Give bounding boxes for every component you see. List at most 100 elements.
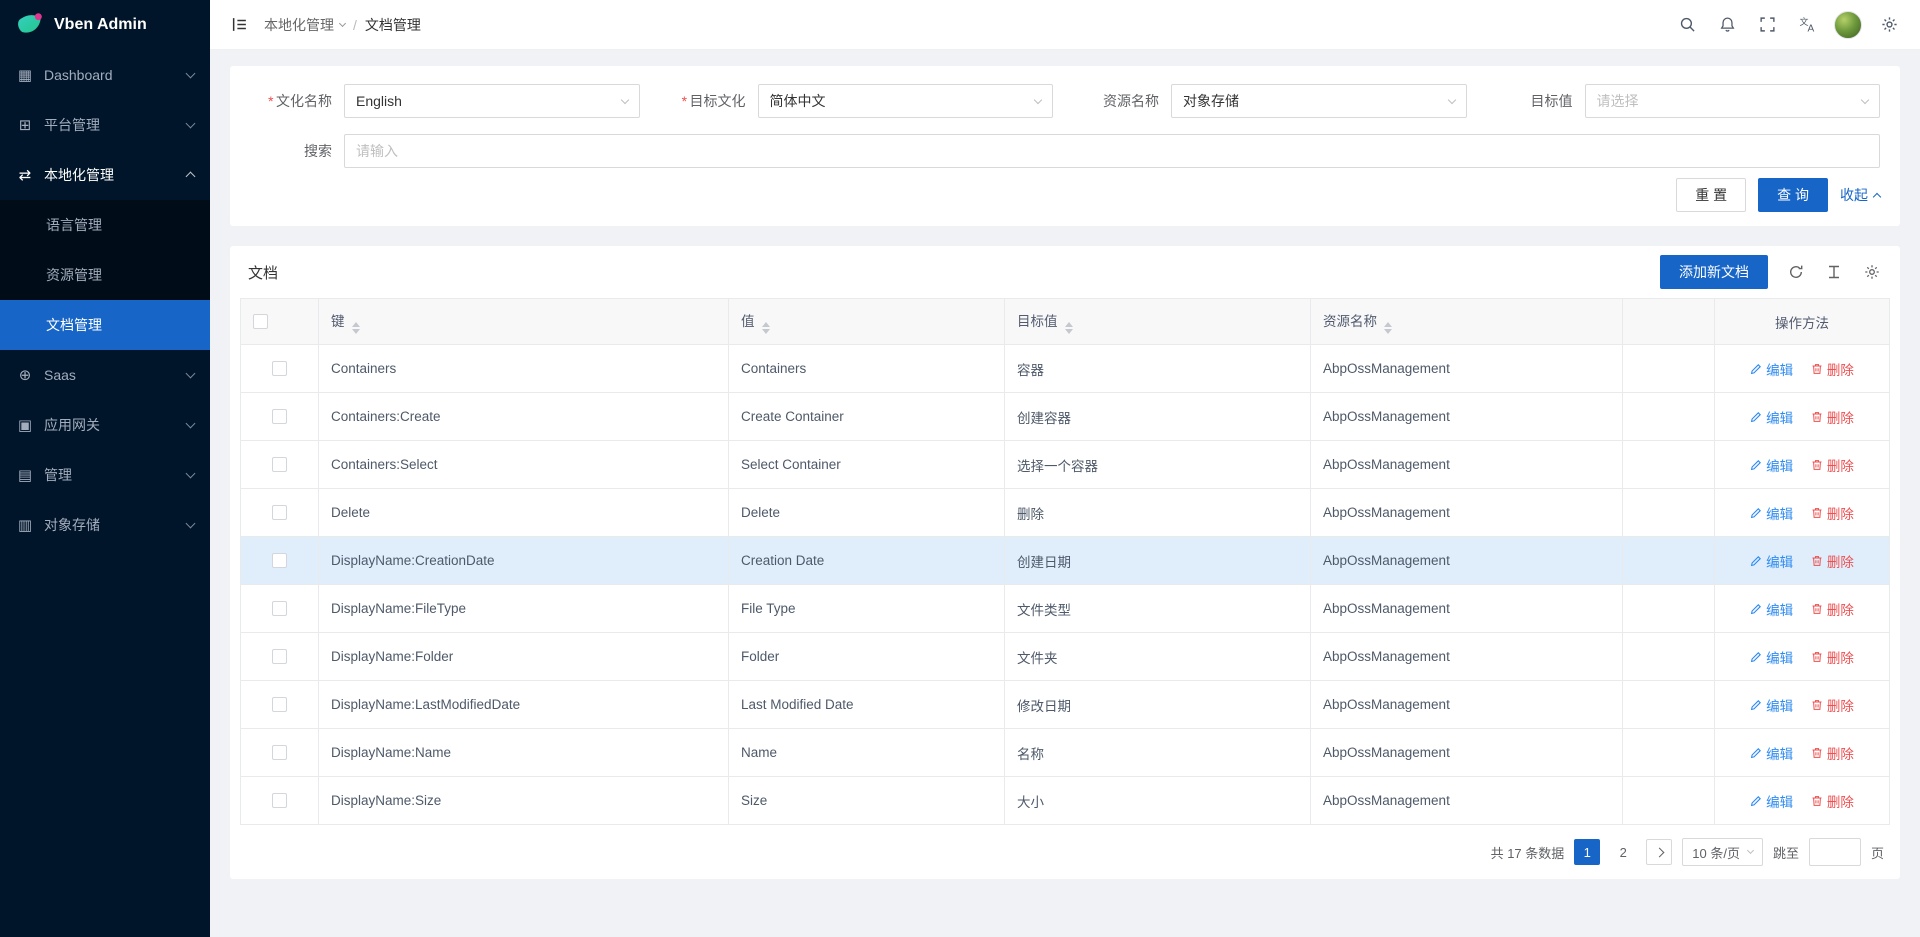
table-row[interactable]: DisplayName:CreationDate Creation Date 创… xyxy=(241,537,1890,585)
edit-button[interactable]: 编辑 xyxy=(1750,551,1793,571)
delete-button[interactable]: 删除 xyxy=(1811,455,1854,475)
column-header-target-value[interactable]: 目标值 xyxy=(1005,299,1311,345)
app-logo[interactable]: Vben Admin xyxy=(0,0,210,50)
sidebar-item-management[interactable]: ▤ 管理 xyxy=(0,450,210,500)
trash-icon xyxy=(1811,507,1823,519)
sidebar-item-storage[interactable]: ▥ 对象存储 xyxy=(0,500,210,550)
row-checkbox[interactable] xyxy=(272,697,287,712)
sort-carets-icon xyxy=(762,322,770,334)
column-header-value[interactable]: 值 xyxy=(729,299,1005,345)
delete-button[interactable]: 删除 xyxy=(1811,791,1854,811)
table-row[interactable]: Containers Containers 容器 AbpOssManagemen… xyxy=(241,345,1890,393)
row-height-icon[interactable] xyxy=(1824,262,1844,282)
table-row[interactable]: DisplayName:LastModifiedDate Last Modifi… xyxy=(241,681,1890,729)
sidebar-item-localization[interactable]: ⇄ 本地化管理 xyxy=(0,150,210,200)
next-page-button[interactable] xyxy=(1646,839,1672,865)
sort-carets-icon xyxy=(352,322,360,334)
delete-button[interactable]: 删除 xyxy=(1811,599,1854,619)
panel-title: 文档 xyxy=(248,262,278,283)
delete-button[interactable]: 删除 xyxy=(1811,407,1854,427)
table-row[interactable]: DisplayName:FileType File Type 文件类型 AbpO… xyxy=(241,585,1890,633)
reset-button[interactable]: 重 置 xyxy=(1676,178,1746,212)
sidebar-subitem-language[interactable]: 语言管理 xyxy=(0,200,210,250)
select-all-checkbox[interactable] xyxy=(253,314,268,329)
culture-select[interactable]: English xyxy=(344,84,640,118)
edit-button[interactable]: 编辑 xyxy=(1750,647,1793,667)
row-checkbox[interactable] xyxy=(272,505,287,520)
pencil-icon xyxy=(1750,411,1762,423)
cell-key: Containers xyxy=(319,345,729,393)
delete-button[interactable]: 删除 xyxy=(1811,695,1854,715)
jump-page-input[interactable] xyxy=(1809,838,1861,866)
notification-icon[interactable] xyxy=(1710,8,1744,42)
row-checkbox[interactable] xyxy=(272,457,287,472)
trash-icon xyxy=(1811,363,1823,375)
cell-value: Containers xyxy=(729,345,1005,393)
trash-icon xyxy=(1811,603,1823,615)
delete-button[interactable]: 删除 xyxy=(1811,503,1854,523)
column-header-key[interactable]: 键 xyxy=(319,299,729,345)
edit-button[interactable]: 编辑 xyxy=(1750,695,1793,715)
table-row[interactable]: DisplayName:Folder Folder 文件夹 AbpOssMana… xyxy=(241,633,1890,681)
fullscreen-icon[interactable] xyxy=(1750,8,1784,42)
sidebar-item-saas[interactable]: ⊕ Saas xyxy=(0,350,210,400)
row-checkbox[interactable] xyxy=(272,601,287,616)
add-document-button[interactable]: 添加新文档 xyxy=(1660,255,1768,289)
edit-button[interactable]: 编辑 xyxy=(1750,359,1793,379)
edit-button[interactable]: 编辑 xyxy=(1750,743,1793,763)
breadcrumb-current: 文档管理 xyxy=(365,15,421,35)
delete-button[interactable]: 删除 xyxy=(1811,743,1854,763)
column-header-resource-name[interactable]: 资源名称 xyxy=(1311,299,1623,345)
page-1-button[interactable]: 1 xyxy=(1574,839,1600,865)
search-icon[interactable] xyxy=(1670,8,1704,42)
edit-button[interactable]: 编辑 xyxy=(1750,455,1793,475)
sidebar-item-platform[interactable]: ⊞ 平台管理 xyxy=(0,100,210,150)
cell-empty xyxy=(1623,777,1715,825)
table-row[interactable]: DisplayName:Name Name 名称 AbpOssManagemen… xyxy=(241,729,1890,777)
trash-icon xyxy=(1811,795,1823,807)
settings-icon[interactable] xyxy=(1872,8,1906,42)
table-row[interactable]: Containers:Select Select Container 选择一个容… xyxy=(241,441,1890,489)
row-checkbox[interactable] xyxy=(272,553,287,568)
translate-icon[interactable]: 文A xyxy=(1790,8,1824,42)
query-button[interactable]: 查 询 xyxy=(1758,178,1828,212)
chevron-down-icon xyxy=(339,19,346,26)
breadcrumb-parent[interactable]: 本地化管理 xyxy=(264,15,345,35)
table-row[interactable]: Containers:Create Create Container 创建容器 … xyxy=(241,393,1890,441)
edit-button[interactable]: 编辑 xyxy=(1750,599,1793,619)
row-checkbox[interactable] xyxy=(272,649,287,664)
chevron-down-icon xyxy=(186,69,196,79)
table-row[interactable]: DisplayName:Size Size 大小 AbpOssManagemen… xyxy=(241,777,1890,825)
sidebar-item-gateway[interactable]: ▣ 应用网关 xyxy=(0,400,210,450)
refresh-icon[interactable] xyxy=(1786,262,1806,282)
delete-button[interactable]: 删除 xyxy=(1811,647,1854,667)
edit-button[interactable]: 编辑 xyxy=(1750,407,1793,427)
sidebar-item-dashboard[interactable]: ▦ Dashboard xyxy=(0,50,210,100)
column-settings-icon[interactable] xyxy=(1862,262,1882,282)
resource-name-select[interactable]: 对象存储 xyxy=(1171,84,1467,118)
edit-button[interactable]: 编辑 xyxy=(1750,791,1793,811)
delete-button[interactable]: 删除 xyxy=(1811,551,1854,571)
cell-resource-name: AbpOssManagement xyxy=(1311,537,1623,585)
row-checkbox[interactable] xyxy=(272,793,287,808)
menu-fold-icon[interactable] xyxy=(226,12,252,38)
sidebar-subitem-resource[interactable]: 资源管理 xyxy=(0,250,210,300)
page-2-button[interactable]: 2 xyxy=(1610,839,1636,865)
row-checkbox[interactable] xyxy=(272,745,287,760)
delete-button[interactable]: 删除 xyxy=(1811,359,1854,379)
filter-panel: *文化名称 English *目标文化 简体中文 资源名称 xyxy=(230,66,1900,226)
pencil-icon xyxy=(1750,795,1762,807)
row-checkbox[interactable] xyxy=(272,409,287,424)
table-row[interactable]: Delete Delete 删除 AbpOssManagement 编辑 删除 xyxy=(241,489,1890,537)
sidebar-subitem-document[interactable]: 文档管理 xyxy=(0,300,210,350)
search-input[interactable] xyxy=(344,134,1880,168)
cell-key: DisplayName:Size xyxy=(319,777,729,825)
chevron-down-icon xyxy=(186,369,196,379)
target-value-select[interactable]: 请选择 xyxy=(1585,84,1881,118)
avatar[interactable] xyxy=(1834,11,1862,39)
edit-button[interactable]: 编辑 xyxy=(1750,503,1793,523)
collapse-link[interactable]: 收起 xyxy=(1840,185,1880,205)
page-size-select[interactable]: 10 条/页 xyxy=(1682,838,1763,866)
row-checkbox[interactable] xyxy=(272,361,287,376)
target-culture-select[interactable]: 简体中文 xyxy=(758,84,1054,118)
